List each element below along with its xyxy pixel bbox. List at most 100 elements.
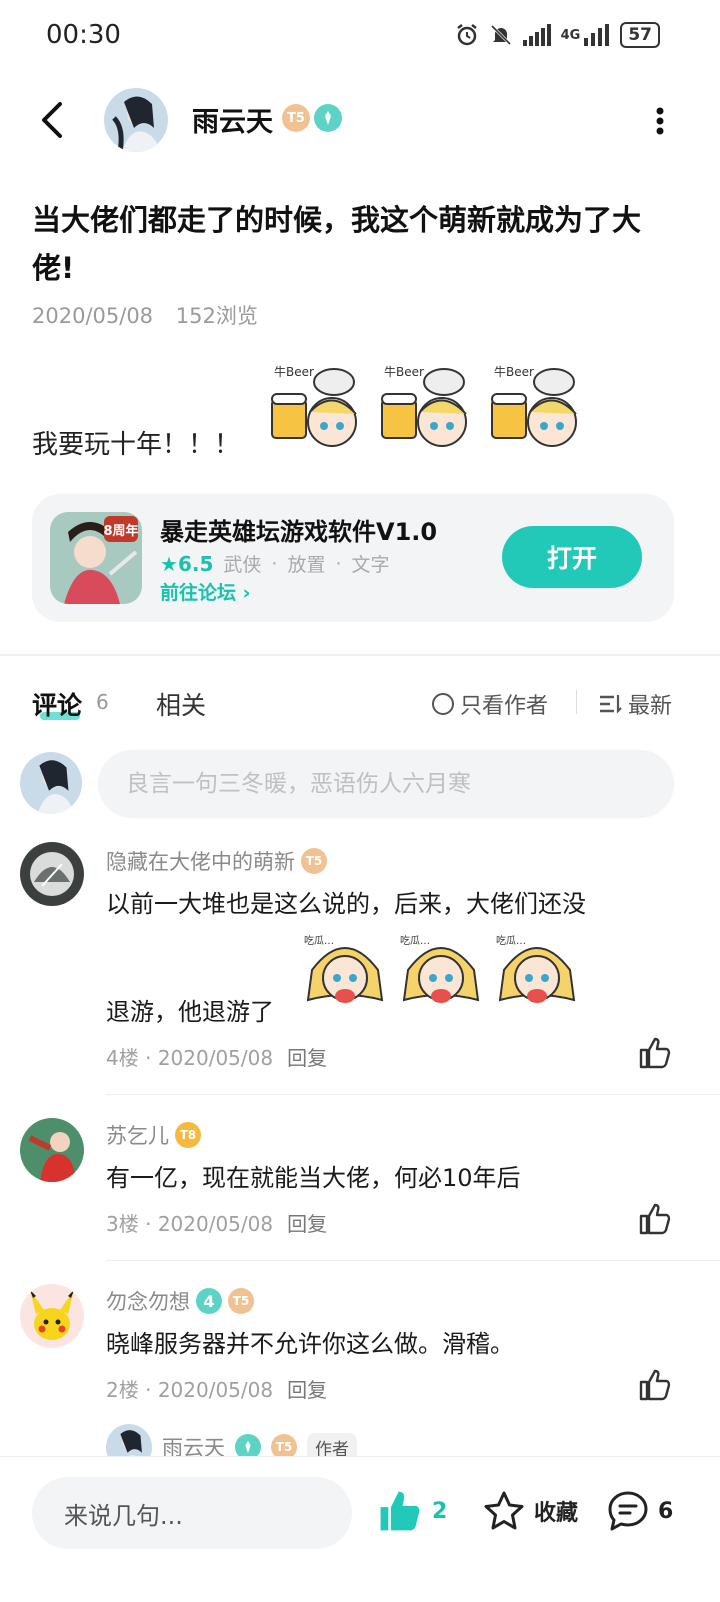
author-badges: T5 (282, 104, 342, 132)
network-type: 4G (560, 27, 581, 43)
comment-meta: 4楼 · 2020/05/08 回复 (106, 1046, 328, 1070)
comment-text: 有一亿，现在就能当大佬，何必10年后 (106, 1164, 521, 1192)
author-name[interactable]: 雨云天 (192, 100, 273, 139)
comment-input[interactable] (98, 750, 674, 818)
section-divider (0, 654, 720, 656)
comment-date: 2020/05/08 (157, 1212, 274, 1236)
svg-text:吃瓜…: 吃瓜… (400, 934, 430, 947)
app-card[interactable]: 8周年 暴走英雄坛游戏软件V1.0 ★6.5 武侠 · 放置 · 文字 前往论坛… (32, 494, 674, 622)
reply-button[interactable]: 回复 (287, 1046, 327, 1070)
comment-like-button[interactable] (638, 1368, 672, 1402)
thumbs-up-icon (639, 1369, 671, 1401)
commenter-name[interactable]: 苏乞儿 (106, 1120, 169, 1150)
beer-cow-sticker-image: 牛Beer (271, 364, 357, 447)
eating-girl-sticker-image: 吃瓜… (400, 934, 480, 1003)
comment-divider (106, 1094, 720, 1095)
comment-floor: 3楼 (106, 1212, 139, 1236)
star-icon: ★ (160, 551, 178, 576)
comments-count: 6 (658, 1498, 674, 1524)
sort-icon (600, 695, 622, 714)
status-bar: 00:30 4G 57 (0, 0, 720, 76)
app-icon-label: 8周年 (103, 523, 138, 539)
svg-text:吃瓜…: 吃瓜… (496, 934, 526, 947)
comment-date: 2020/05/08 (157, 1046, 274, 1070)
app-rating: ★6.5 (160, 551, 214, 576)
comment-text-continued: 退游，他退游了 (106, 998, 274, 1026)
comment-sticker-row: 吃瓜… 吃瓜… 吃瓜… (302, 930, 580, 1020)
commenter-name-row: 苏乞儿 T8 (106, 1120, 201, 1150)
svg-text:牛Beer: 牛Beer (274, 364, 314, 379)
bottom-comment-input[interactable]: 来说几句... (32, 1477, 352, 1549)
thumbs-up-icon (639, 1203, 671, 1235)
back-button[interactable] (34, 98, 74, 142)
tab-comments[interactable]: 评论 (32, 686, 82, 722)
comment-bubble-icon (608, 1491, 648, 1531)
verified-badge-icon (314, 104, 342, 132)
post-title: 当大佬们都走了的时候，我这个萌新就成为了大佬! (32, 203, 642, 285)
post-header: 雨云天 T5 (0, 80, 720, 160)
radio-circle-icon (432, 693, 454, 715)
eating-girl-sticker-image: 吃瓜… (304, 934, 384, 1003)
signal-icon (522, 24, 551, 46)
open-app-button[interactable]: 打开 (502, 526, 642, 588)
comment-divider (106, 1260, 720, 1261)
more-vertical-icon (656, 107, 664, 135)
comment-like-button[interactable] (638, 1036, 672, 1070)
post-like-count: 2 (432, 1498, 448, 1524)
app-rating-row: ★6.5 武侠 · 放置 · 文字 (160, 551, 390, 577)
chevron-right-icon: › (242, 582, 251, 604)
battery-icon: 57 (620, 22, 660, 48)
eating-girl-sticker-image: 吃瓜… (496, 934, 576, 1003)
back-arrow-icon (42, 102, 62, 138)
author-avatar[interactable] (104, 88, 168, 152)
go-to-forum-link[interactable]: 前往论坛 › (160, 578, 250, 605)
signal-icon-2 (584, 24, 610, 46)
comment-text: 以前一大堆也是这么说的，后来，大佬们还没 (106, 890, 586, 918)
my-avatar (20, 752, 82, 814)
comment-meta: 2楼 · 2020/05/08 回复 (106, 1378, 328, 1402)
favorite-label: 收藏 (534, 1501, 579, 1526)
comment-floor: 2楼 (106, 1378, 139, 1402)
svg-text:牛Beer: 牛Beer (494, 364, 534, 379)
t-level-badge: T5 (282, 104, 310, 132)
beer-cow-sticker-image: 牛Beer (491, 364, 577, 447)
app-tag: 武侠 (223, 554, 262, 576)
commenter-avatar[interactable] (20, 842, 84, 906)
user-level-badge: 4 (196, 1288, 222, 1314)
commenter-name[interactable]: 勿念勿想 (106, 1286, 190, 1316)
comments-button[interactable]: 6 (606, 1489, 673, 1533)
commenter-avatar[interactable] (20, 1118, 84, 1182)
status-time: 00:30 (46, 20, 121, 50)
app-tag: 放置 (287, 554, 326, 576)
reply-button[interactable]: 回复 (287, 1378, 327, 1402)
favorite-button[interactable]: 收藏 (482, 1489, 578, 1533)
commenter-name[interactable]: 隐藏在大佬中的萌新 (106, 846, 295, 876)
sort-latest-button[interactable]: 最新 (598, 688, 672, 720)
commenter-name-row: 勿念勿想 4 T5 (106, 1286, 254, 1316)
thumbs-up-filled-icon (380, 1491, 420, 1531)
reply-button[interactable]: 回复 (287, 1212, 327, 1236)
alarm-icon (456, 24, 477, 46)
comment-date: 2020/05/08 (157, 1378, 274, 1402)
mute-bell-icon (490, 24, 511, 46)
post-sticker-row: 牛Beer 牛Beer 牛Beer (270, 360, 590, 460)
t-level-badge: T5 (301, 848, 327, 874)
comment-meta: 3楼 · 2020/05/08 回复 (106, 1212, 328, 1236)
app-tag: 文字 (351, 554, 390, 576)
t-level-badge: T5 (228, 1288, 254, 1314)
post-like-button[interactable]: 2 (378, 1489, 447, 1533)
tab-related[interactable]: 相关 (156, 686, 206, 722)
beer-cow-sticker-image: 牛Beer (381, 364, 467, 447)
thumbs-up-icon (639, 1037, 671, 1069)
comment-text: 晓峰服务器并不允许你这么做。滑稽。 (106, 1330, 514, 1358)
comment-like-button[interactable] (638, 1202, 672, 1236)
more-options-button[interactable] (650, 106, 670, 136)
app-icon[interactable]: 8周年 (50, 512, 142, 604)
app-name[interactable]: 暴走英雄坛游戏软件V1.0 (160, 512, 437, 547)
star-outline-icon (484, 1491, 524, 1530)
svg-text:吃瓜…: 吃瓜… (304, 934, 334, 947)
post-views: 152浏览 (175, 304, 258, 328)
commenter-avatar[interactable] (20, 1284, 84, 1348)
only-author-toggle[interactable]: 只看作者 (432, 688, 548, 720)
svg-text:牛Beer: 牛Beer (384, 364, 424, 379)
